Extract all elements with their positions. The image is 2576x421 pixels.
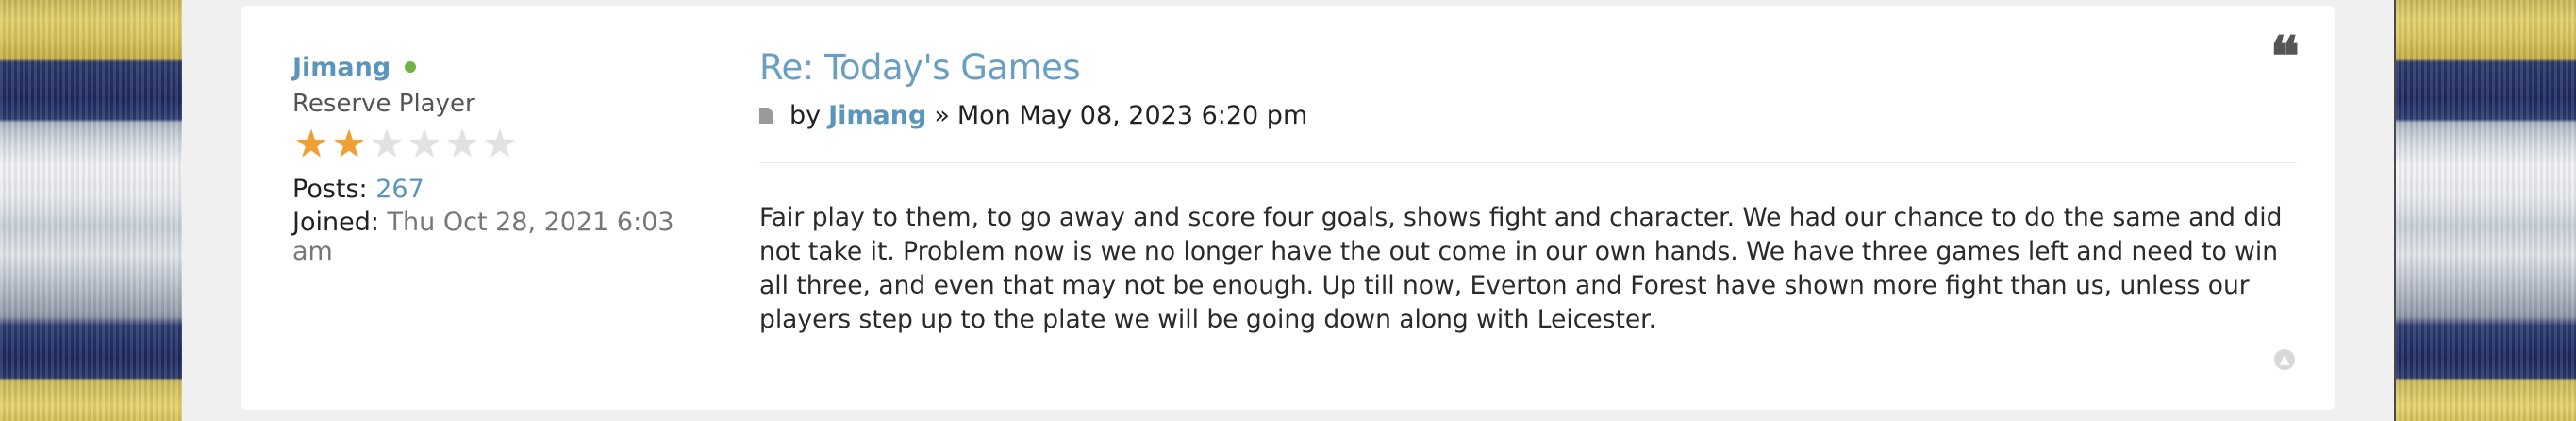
by-label: by [789, 101, 822, 130]
post-content: Fair play to them, to go away and score … [759, 203, 2283, 334]
post-date: Mon May 08, 2023 6:20 pm [956, 101, 1308, 130]
background-right-stripes [2394, 0, 2576, 421]
posts-stat: Posts: 267 [292, 175, 689, 204]
post-profile: Jimang Reserve Player ★ ★ ★ ★ ★ ★ Posts:… [292, 53, 689, 266]
joined-label: Joined: [292, 208, 379, 237]
post-panel: Jimang Reserve Player ★ ★ ★ ★ ★ ★ Posts:… [241, 6, 2335, 410]
joined-stat: Joined: Thu Oct 28, 2021 6:03 am [292, 208, 689, 266]
user-rank: Reserve Player [292, 90, 475, 118]
quote-icon[interactable]: ❝ [2270, 29, 2300, 84]
user-stats: Posts: 267 Joined: Thu Oct 28, 2021 6:03… [292, 175, 689, 266]
username-link[interactable]: Jimang [292, 53, 391, 82]
rank-stars: ★ ★ ★ ★ ★ ★ [292, 126, 689, 163]
posts-label: Posts: [292, 175, 368, 204]
post-meta: by Jimang » Mon May 08, 2023 6:20 pm [759, 101, 2297, 130]
post-divider [759, 162, 2297, 163]
star-icon: ★ [483, 123, 517, 166]
back-to-top-icon[interactable]: ▲ [2274, 349, 2295, 370]
post-title-link[interactable]: Re: Today's Games [759, 47, 2297, 88]
online-status-icon [405, 61, 417, 73]
star-icon: ★ [407, 123, 441, 166]
post-body: Re: Today's Games by Jimang » Mon May 08… [759, 47, 2297, 337]
star-icon: ★ [294, 123, 328, 166]
meta-separator: » [934, 101, 950, 130]
page-wrap: Jimang Reserve Player ★ ★ ★ ★ ★ ★ Posts:… [182, 0, 2394, 421]
posts-count-link[interactable]: 267 [375, 175, 424, 204]
star-icon: ★ [370, 123, 404, 166]
star-icon: ★ [445, 123, 479, 166]
background-left-stripes [0, 0, 184, 421]
star-icon: ★ [332, 123, 366, 166]
post-author-link[interactable]: Jimang [828, 101, 926, 130]
post-icon[interactable] [759, 108, 773, 124]
